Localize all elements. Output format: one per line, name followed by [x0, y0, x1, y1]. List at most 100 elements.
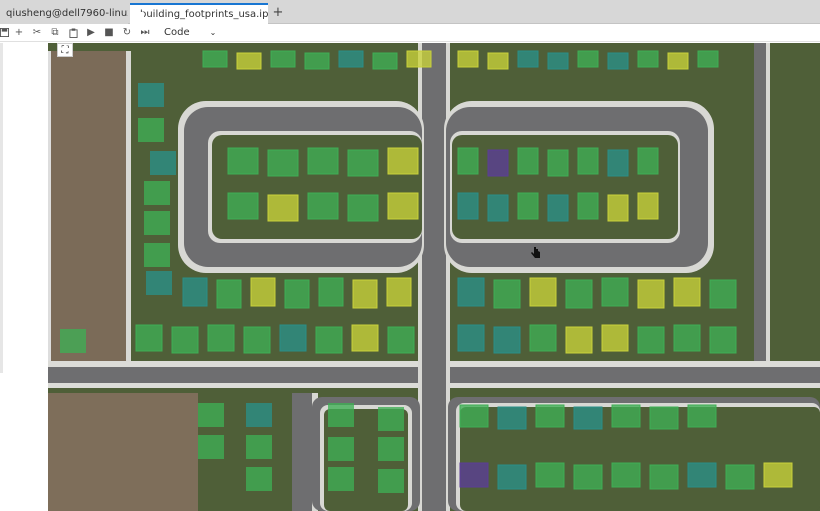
save-icon[interactable] [0, 24, 10, 42]
building-footprint[interactable] [709, 326, 737, 354]
building-footprint[interactable] [457, 192, 479, 220]
building-footprint[interactable] [709, 279, 737, 309]
building-footprint[interactable] [611, 404, 641, 428]
building-footprint[interactable] [267, 194, 299, 222]
building-footprint[interactable] [611, 462, 641, 488]
building-footprint[interactable] [649, 406, 679, 430]
building-footprint[interactable] [378, 437, 404, 461]
map-output[interactable] [48, 43, 820, 511]
building-footprint[interactable] [304, 52, 330, 70]
building-footprint[interactable] [637, 279, 665, 309]
tab-terminal[interactable]: qiusheng@dell7960-linux:~ ✕ [0, 3, 128, 24]
building-footprint[interactable] [687, 404, 717, 428]
building-footprint[interactable] [150, 151, 176, 175]
building-footprint[interactable] [649, 464, 679, 490]
building-footprint[interactable] [135, 324, 163, 352]
building-footprint[interactable] [328, 437, 354, 461]
building-footprint[interactable] [637, 326, 665, 354]
building-footprint[interactable] [607, 194, 629, 222]
building-footprint[interactable] [378, 469, 404, 493]
building-footprint[interactable] [315, 326, 343, 354]
building-footprint[interactable] [493, 326, 521, 354]
building-footprint[interactable] [202, 50, 228, 68]
building-footprint[interactable] [517, 50, 539, 68]
building-footprint[interactable] [338, 50, 364, 68]
building-footprint[interactable] [246, 403, 272, 427]
new-tab-button[interactable]: + [270, 3, 286, 23]
run-icon[interactable]: ▶ [82, 24, 100, 42]
building-footprint[interactable] [372, 52, 398, 70]
building-footprint[interactable] [577, 50, 599, 68]
building-footprint[interactable] [279, 324, 307, 352]
building-footprint[interactable] [328, 467, 354, 491]
building-footprint[interactable] [565, 326, 593, 354]
building-footprint[interactable] [607, 52, 629, 70]
building-footprint[interactable] [673, 277, 701, 307]
building-footprint[interactable] [457, 324, 485, 352]
paste-icon[interactable] [64, 24, 82, 42]
building-footprint[interactable] [637, 50, 659, 68]
building-footprint[interactable] [547, 149, 569, 177]
building-footprint[interactable] [236, 52, 262, 70]
building-footprint[interactable] [687, 462, 717, 488]
building-footprint[interactable] [487, 52, 509, 70]
building-footprint[interactable] [457, 50, 479, 68]
building-footprint[interactable] [601, 277, 629, 307]
building-footprint[interactable] [216, 279, 242, 309]
building-footprint[interactable] [144, 211, 170, 235]
building-footprint[interactable] [138, 118, 164, 142]
building-footprint[interactable] [601, 324, 629, 352]
building-footprint[interactable] [667, 52, 689, 70]
cell-type-select[interactable]: Code ⌄ [164, 27, 224, 38]
aerial-imagery[interactable] [48, 43, 820, 511]
fullscreen-icon[interactable]: ⛶ [57, 43, 73, 57]
building-footprint[interactable] [517, 147, 539, 175]
building-footprint[interactable] [352, 279, 378, 309]
building-footprint[interactable] [497, 464, 527, 490]
building-footprint[interactable] [182, 277, 208, 307]
building-footprint[interactable] [406, 50, 432, 68]
building-footprint[interactable] [493, 279, 521, 309]
building-footprint[interactable] [573, 464, 603, 490]
restart-icon[interactable]: ↻ [118, 24, 136, 42]
building-footprint[interactable] [763, 462, 793, 488]
building-footprint[interactable] [347, 149, 379, 177]
building-footprint[interactable] [697, 50, 719, 68]
building-footprint[interactable] [535, 404, 565, 428]
building-footprint[interactable] [146, 271, 172, 295]
building-footprint[interactable] [529, 324, 557, 352]
building-footprint[interactable] [497, 406, 527, 430]
building-footprint[interactable] [198, 403, 224, 427]
building-footprint[interactable] [487, 149, 509, 177]
copy-icon[interactable]: ⧉ [46, 24, 64, 42]
building-footprint[interactable] [246, 467, 272, 491]
building-footprint[interactable] [250, 277, 276, 307]
building-footprint[interactable] [144, 243, 170, 267]
building-footprint[interactable] [535, 462, 565, 488]
building-footprint[interactable] [198, 435, 224, 459]
building-footprint[interactable] [387, 326, 415, 354]
building-footprint[interactable] [387, 147, 419, 175]
building-footprint[interactable] [637, 147, 659, 175]
building-footprint[interactable] [144, 181, 170, 205]
building-footprint[interactable] [138, 83, 164, 107]
building-footprint[interactable] [246, 435, 272, 459]
building-footprint[interactable] [347, 194, 379, 222]
building-footprint[interactable] [60, 329, 86, 353]
building-footprint[interactable] [171, 326, 199, 354]
building-footprint[interactable] [387, 192, 419, 220]
building-footprint[interactable] [243, 326, 271, 354]
building-footprint[interactable] [577, 192, 599, 220]
building-footprint[interactable] [270, 50, 296, 68]
cut-icon[interactable]: ✂ [28, 24, 46, 42]
building-footprint[interactable] [227, 192, 259, 220]
building-footprint[interactable] [459, 404, 489, 428]
run-all-icon[interactable]: ⏭ [136, 24, 154, 42]
stop-icon[interactable]: ■ [100, 24, 118, 42]
cell-collapser[interactable] [0, 43, 3, 373]
building-footprint[interactable] [487, 194, 509, 222]
building-footprint[interactable] [351, 324, 379, 352]
building-footprint[interactable] [328, 403, 354, 427]
building-footprint[interactable] [307, 147, 339, 175]
building-footprint[interactable] [284, 279, 310, 309]
